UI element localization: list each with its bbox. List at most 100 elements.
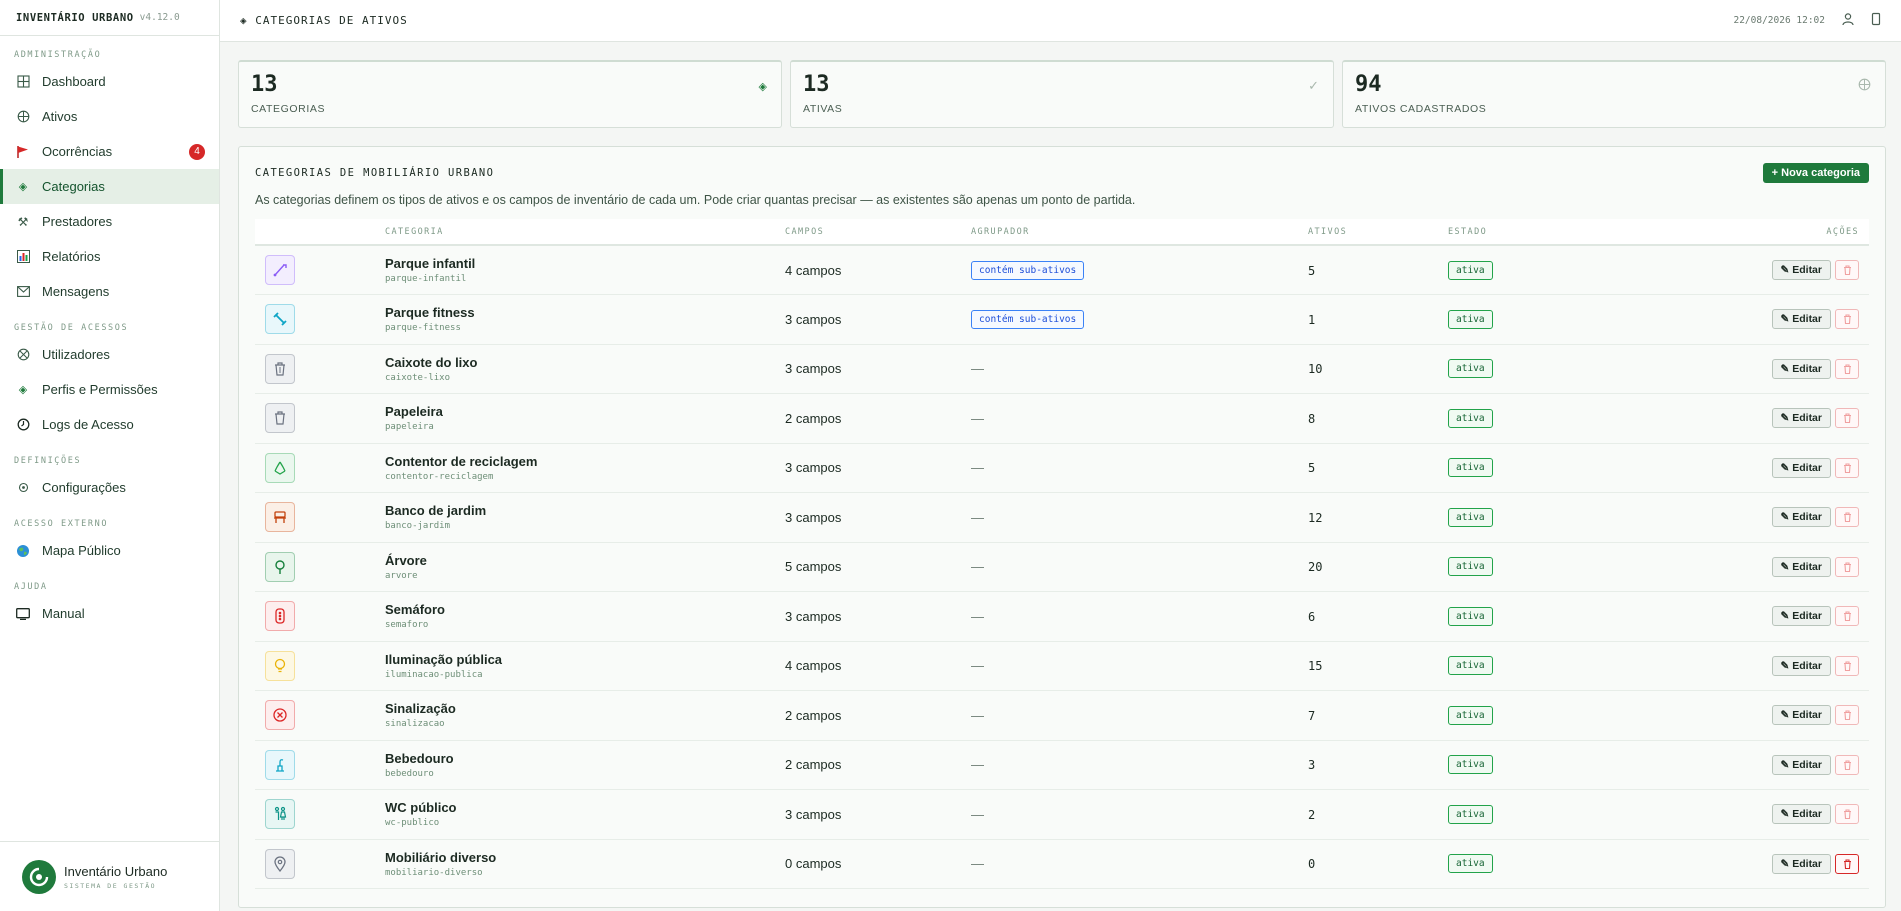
new-category-button[interactable]: + Nova categoria [1762,163,1869,183]
edit-button[interactable]: ✎ Editar [1771,754,1831,775]
delete-button[interactable] [1835,754,1859,775]
panel-title: CATEGORIAS DE MOBILIÁRIO URBANO [255,167,495,179]
grid-icon [16,75,30,89]
sidebar-item-logs-de-acesso[interactable]: Logs de Acesso [0,407,219,442]
delete-button[interactable] [1835,556,1859,577]
diamond-icon: ◈ [758,81,767,93]
table-row[interactable]: Contentor de reciclagem contentor-recicl… [255,443,1869,493]
sidebar-item-ativos[interactable]: Ativos [0,99,219,134]
sidebar-item-label: Categorias [42,179,105,194]
sidebar-item-categorias[interactable]: ◈ Categorias [0,169,219,204]
table-row[interactable]: Caixote do lixo caixote-lixo 3 campos — … [255,344,1869,394]
category-name[interactable]: Contentor de reciclagem [385,454,785,469]
table-row[interactable]: Papeleira papeleira 2 campos — 8 ativa ✎… [255,393,1869,444]
table-row[interactable]: Parque fitness parque-fitness 3 campos c… [255,294,1869,345]
agrupador-empty: — [971,856,984,872]
fountain-icon [265,749,295,780]
sidebar-item-perfis-e-permissoes[interactable]: ◈ Perfis e Permissões [0,372,219,407]
sidebar-item-mensagens[interactable]: Mensagens [0,274,219,309]
sidebar-item-mapa-publico[interactable]: Mapa Público [0,533,219,568]
edit-button[interactable]: ✎ Editar [1771,853,1831,874]
edit-button[interactable]: ✎ Editar [1771,358,1831,379]
stat-value: 94 [1355,72,1382,97]
delete-button[interactable] [1835,457,1859,478]
table-row[interactable]: Sinalização sinalizacao 2 campos — 7 ati… [255,690,1869,741]
edit-button[interactable]: ✎ Editar [1771,606,1831,627]
status-badge: ativa [1448,408,1493,428]
table-row[interactable]: Árvore arvore 5 campos — 20 ativa ✎ Edit… [255,542,1869,592]
category-name[interactable]: Mobiliário diverso [385,850,785,865]
app-version: v4.12.0 [139,12,180,23]
category-fields: 2 campos [785,757,842,773]
delete-button[interactable] [1835,408,1859,429]
sidebar-item-dashboard[interactable]: Dashboard [0,64,219,99]
table-row[interactable]: Bebedouro bebedouro 2 campos — 3 ativa ✎… [255,740,1869,790]
category-name[interactable]: Árvore [385,553,785,568]
category-name[interactable]: Parque infantil [385,256,785,271]
category-name[interactable]: Banco de jardim [385,503,785,518]
delete-button[interactable] [1835,853,1859,874]
category-name[interactable]: Papeleira [385,404,785,419]
category-slug: wc-publico [385,818,440,829]
trash-icon [1843,512,1851,523]
edit-button[interactable]: ✎ Editar [1771,804,1831,825]
notification-badge: 4 [189,143,205,160]
device-icon[interactable] [1871,12,1881,29]
delete-button[interactable] [1835,260,1859,280]
edit-button[interactable]: ✎ Editar [1771,655,1831,676]
table-row[interactable]: Banco de jardim banco-jardim 3 campos — … [255,492,1869,543]
edit-button[interactable]: ✎ Editar [1771,705,1831,726]
delete-button[interactable] [1835,309,1859,330]
trash-icon [1843,463,1851,473]
edit-button[interactable]: ✎ Editar [1771,507,1831,528]
sidebar-item-prestadores[interactable]: ⚒ Prestadores [0,204,219,239]
edit-button[interactable]: ✎ Editar [1771,408,1831,429]
table-row[interactable]: Semáforo semaforo 3 campos — 6 ativa ✎ E… [255,591,1869,642]
category-asset-count: 12 [1308,510,1323,525]
trash-icon [1843,562,1851,572]
table-row[interactable]: Parque infantil parque-infantil 4 campos… [255,245,1869,295]
category-slug: sinalizacao [385,719,445,730]
category-fields: 3 campos [785,311,842,327]
trash-icon [1843,710,1851,721]
category-fields: 0 campos [785,856,842,872]
category-name[interactable]: WC público [385,800,785,815]
table-row[interactable]: WC público wc-publico 3 campos — 2 ativa… [255,789,1869,840]
category-name[interactable]: Caixote do lixo [385,355,785,370]
delete-button[interactable] [1835,358,1859,379]
edit-button[interactable]: ✎ Editar [1771,309,1831,330]
sidebar-item-manual[interactable]: Manual [0,596,219,631]
category-slug: mobiliario-diverso [385,867,483,878]
sidebar-item-utilizadores[interactable]: Utilizadores [0,337,219,372]
trash-icon [1843,265,1851,275]
gear-icon [16,481,30,495]
footer-title: Inventário Urbano [64,863,168,879]
nav-section-title: ACESSO EXTERNO [14,519,109,529]
user-icon[interactable] [1841,12,1855,29]
category-name[interactable]: Parque fitness [385,305,785,320]
tools-icon: ⚒ [17,214,29,229]
category-slug: bebedouro [385,768,434,779]
category-name[interactable]: Bebedouro [385,751,785,766]
trash-icon [1843,611,1851,622]
table-row[interactable]: Mobiliário diverso mobiliario-diverso 0 … [255,839,1869,889]
category-name[interactable]: Sinalização [385,701,785,716]
app-name: INVENTÁRIO URBANO [16,11,134,24]
table-row[interactable]: Iluminação pública iluminacao-publica 4 … [255,641,1869,691]
category-name[interactable]: Semáforo [385,602,785,617]
delete-button[interactable] [1835,705,1859,726]
sidebar-item-configuracoes[interactable]: Configurações [0,470,219,505]
delete-button[interactable] [1835,804,1859,825]
edit-button[interactable]: ✎ Editar [1771,457,1831,478]
sidebar-item-ocorrencias[interactable]: Ocorrências 4 [0,134,219,169]
edit-button[interactable]: ✎ Editar [1771,556,1831,577]
category-slug: iluminacao-publica [385,669,483,680]
delete-button[interactable] [1835,507,1859,528]
category-slug: contentor-reciclagem [385,471,494,482]
edit-button[interactable]: ✎ Editar [1771,260,1831,280]
diamond-icon: ◈ [240,14,256,27]
sidebar-item-relatorios[interactable]: Relatórios [0,239,219,274]
delete-button[interactable] [1835,655,1859,676]
category-name[interactable]: Iluminação pública [385,652,785,667]
delete-button[interactable] [1835,606,1859,627]
